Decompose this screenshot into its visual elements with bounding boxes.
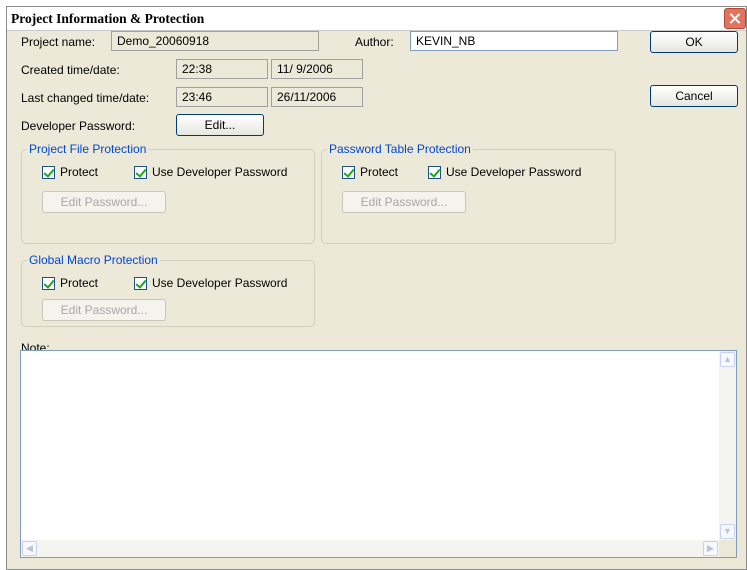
password-table-protection-group: Password Table Protection Protect Use De…	[321, 142, 616, 244]
title-bar[interactable]: Project Information & Protection	[7, 7, 746, 31]
checkbox-checked-icon	[342, 165, 355, 179]
password-table-protect-checkbox[interactable]: Protect	[342, 165, 398, 179]
project-file-use-dev-checkbox[interactable]: Use Developer Password	[134, 165, 287, 179]
author-label: Author:	[355, 35, 394, 49]
password-table-use-dev-checkbox[interactable]: Use Developer Password	[428, 165, 581, 179]
created-label: Created time/date:	[21, 63, 120, 77]
project-file-edit-password-button[interactable]: Edit Password...	[42, 191, 166, 213]
changed-date-field: 26/11/2006	[271, 87, 363, 107]
scroll-left-icon[interactable]: ◀	[22, 541, 37, 556]
checkbox-checked-icon	[42, 165, 55, 179]
horizontal-scrollbar[interactable]: ◀ ▶	[21, 540, 719, 557]
scroll-down-icon[interactable]: ▼	[720, 524, 735, 539]
scroll-up-icon[interactable]: ▲	[720, 352, 735, 367]
cancel-button[interactable]: Cancel	[650, 85, 738, 107]
checkbox-checked-icon	[134, 276, 147, 290]
changed-time-field: 23:46	[176, 87, 268, 107]
developer-password-label: Developer Password:	[21, 119, 136, 133]
created-date-field: 11/ 9/2006	[271, 59, 363, 79]
global-macro-use-dev-checkbox[interactable]: Use Developer Password	[134, 276, 287, 290]
password-table-protection-title: Password Table Protection	[327, 142, 473, 156]
created-time-field: 22:38	[176, 59, 268, 79]
changed-label: Last changed time/date:	[21, 91, 150, 105]
project-file-protect-checkbox[interactable]: Protect	[42, 165, 98, 179]
global-macro-protection-title: Global Macro Protection	[27, 253, 160, 267]
ok-button[interactable]: OK	[650, 31, 738, 53]
project-file-protection-title: Project File Protection	[27, 142, 149, 156]
dialog-title: Project Information & Protection	[11, 11, 205, 26]
checkbox-checked-icon	[428, 165, 441, 179]
project-file-protection-group: Project File Protection Protect Use Deve…	[21, 142, 315, 244]
note-textarea[interactable]: ▲ ▼ ◀ ▶	[20, 350, 737, 558]
project-name-label: Project name:	[21, 35, 96, 49]
global-macro-protect-checkbox[interactable]: Protect	[42, 276, 98, 290]
scroll-right-icon[interactable]: ▶	[703, 541, 718, 556]
global-macro-edit-password-button[interactable]: Edit Password...	[42, 299, 166, 321]
close-icon[interactable]	[724, 8, 746, 29]
scrollbar-corner	[719, 540, 736, 557]
checkbox-checked-icon	[134, 165, 147, 179]
author-input[interactable]: KEVIN_NB	[410, 31, 618, 51]
edit-developer-password-button[interactable]: Edit...	[176, 114, 264, 136]
password-table-edit-password-button[interactable]: Edit Password...	[342, 191, 466, 213]
checkbox-checked-icon	[42, 276, 55, 290]
global-macro-protection-group: Global Macro Protection Protect Use Deve…	[21, 253, 315, 327]
vertical-scrollbar[interactable]: ▲ ▼	[719, 351, 736, 540]
project-name-field[interactable]: Demo_20060918	[111, 31, 319, 51]
